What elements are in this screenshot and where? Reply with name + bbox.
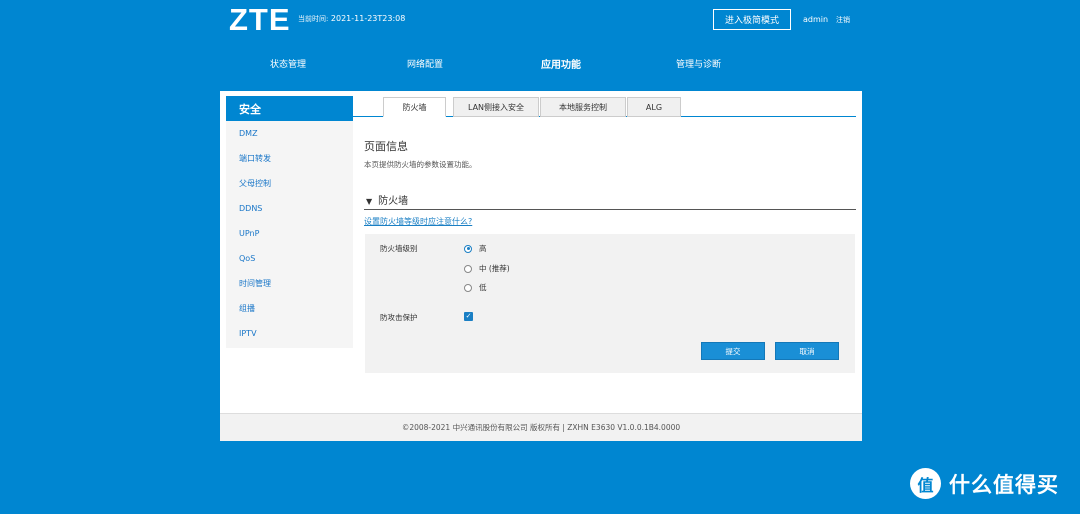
radio-label-high: 高 (479, 244, 487, 253)
tab-lan-access-security[interactable]: LAN侧接入安全 (453, 97, 539, 117)
radio-level-low[interactable]: 低 (464, 282, 487, 293)
nav-network[interactable]: 网络配置 (407, 57, 443, 70)
sidebar: 安全 DMZ 端口转发 父母控制 DDNS UPnP QoS 时间管理 组播 I… (226, 96, 353, 348)
nav-applications[interactable]: 应用功能 (541, 56, 581, 71)
sidebar-item-qos[interactable]: QoS (226, 246, 353, 271)
logout-link[interactable]: 注销 (836, 15, 850, 25)
firewall-level-group (365, 234, 855, 308)
nav-management[interactable]: 管理与诊断 (676, 57, 721, 70)
radio-unselected-icon[interactable] (464, 283, 472, 292)
watermark-text: 什么值得买 (949, 472, 1059, 497)
current-time-label: 当前时间: (298, 15, 329, 23)
current-time-value: 2021-11-23T23:08 (330, 14, 406, 23)
firewall-help-link[interactable]: 设置防火墙等级时应注意什么? (364, 216, 472, 227)
username: admin (803, 15, 829, 24)
tab-firewall[interactable]: 防火墙 (383, 97, 446, 117)
zte-logo: ZTE (229, 2, 291, 37)
watermark-logo-icon: 值 (910, 468, 941, 499)
collapse-triangle-icon: ▼ (366, 197, 373, 206)
radio-selected-icon[interactable] (464, 244, 472, 253)
page-title: 页面信息 (364, 140, 408, 153)
sidebar-item-time-management[interactable]: 时间管理 (226, 271, 353, 296)
watermark: 值 什么值得买 (910, 468, 1059, 499)
sidebar-item-dmz[interactable]: DMZ (226, 121, 353, 146)
firewall-level-label: 防火墙级别 (380, 244, 418, 253)
sidebar-item-port-forward[interactable]: 端口转发 (226, 146, 353, 171)
radio-unselected-icon[interactable] (464, 264, 472, 273)
submit-button[interactable]: 提交 (701, 342, 765, 360)
sidebar-item-upnp[interactable]: UPnP (226, 221, 353, 246)
attack-protection-checkbox[interactable]: ✓ (464, 312, 473, 321)
simple-mode-button[interactable]: 进入极简模式 (713, 9, 791, 30)
attack-protection-label: 防攻击保护 (380, 313, 418, 322)
sidebar-item-parental-control[interactable]: 父母控制 (226, 171, 353, 196)
sidebar-item-multicast[interactable]: 组播 (226, 296, 353, 321)
main-panel: 安全 DMZ 端口转发 父母控制 DDNS UPnP QoS 时间管理 组播 I… (220, 91, 862, 441)
page-description: 本页提供防火墙的参数设置功能。 (364, 160, 477, 169)
tab-alg[interactable]: ALG (627, 97, 681, 117)
sidebar-item-ddns[interactable]: DDNS (226, 196, 353, 221)
section-firewall[interactable]: ▼ 防火墙 (366, 192, 408, 207)
current-time: 当前时间: 2021-11-23T23:08 (298, 14, 405, 24)
radio-label-medium: 中 (推荐) (479, 264, 510, 273)
tab-local-service-control[interactable]: 本地服务控制 (540, 97, 626, 117)
sidebar-item-iptv[interactable]: IPTV (226, 321, 353, 346)
radio-label-low: 低 (479, 283, 487, 292)
radio-level-high[interactable]: 高 (464, 243, 487, 254)
footer-copyright: ©2008-2021 中兴通讯股份有限公司 版权所有 | ZXHN E3630 … (220, 413, 862, 441)
sidebar-title[interactable]: 安全 (226, 96, 353, 121)
attack-protection-group (365, 305, 855, 373)
section-title-text: 防火墙 (378, 196, 409, 207)
radio-level-medium[interactable]: 中 (推荐) (464, 263, 510, 274)
cancel-button[interactable]: 取消 (775, 342, 839, 360)
section-divider (364, 209, 856, 210)
nav-status[interactable]: 状态管理 (270, 57, 306, 70)
